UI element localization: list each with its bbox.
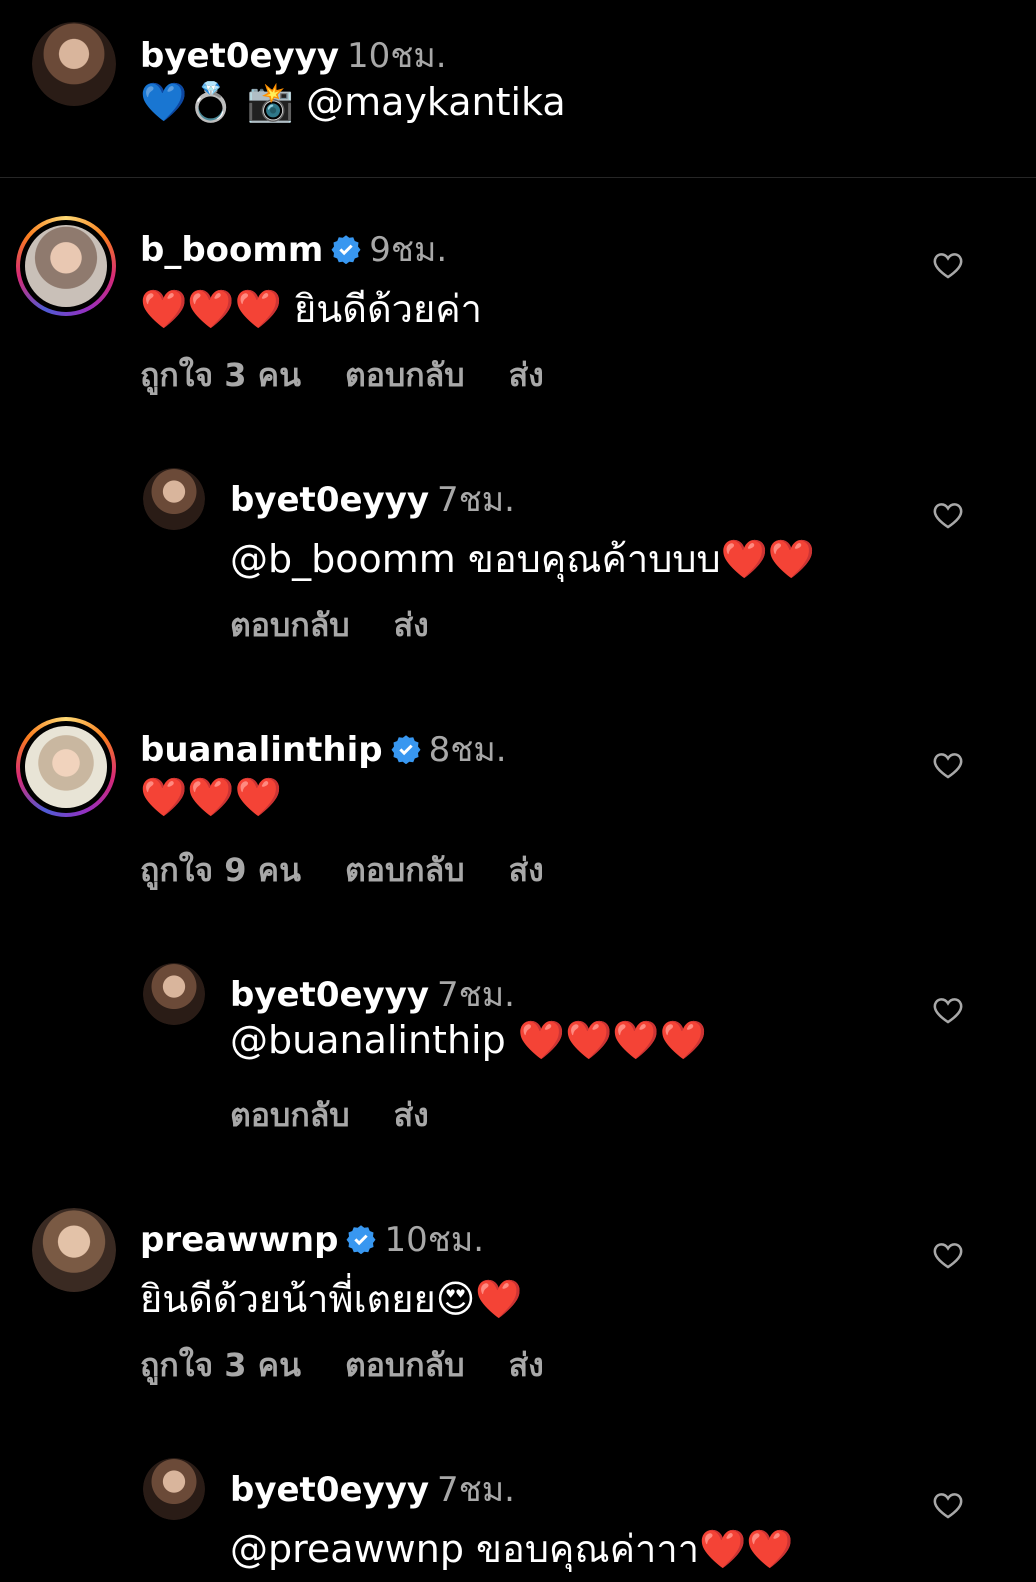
likes-count-link[interactable]: ถูกใจ 9 คน [140,851,301,889]
reply-button[interactable]: ตอบกลับ [345,1346,465,1384]
reply-button[interactable]: ตอบกลับ [345,356,465,394]
reply-button[interactable]: ตอบกลับ [345,851,465,889]
comment-time: 9ชม. [369,230,448,270]
avatar[interactable] [16,717,116,817]
comment-text: @buanalinthip ❤️❤️❤️❤️ [230,1018,708,1062]
comment-username[interactable]: buanalinthip [140,730,383,770]
caption-username[interactable]: byet0eyyy [140,36,339,76]
reply-button[interactable]: ตอบกลับ [230,1096,350,1134]
verified-badge-icon [331,235,361,264]
comment-text: ยินดีด้วยน้าพี่เตยย😍❤️ [140,1277,523,1321]
comment-time: 7ชม. [437,1470,515,1510]
heart-outline-icon[interactable] [930,1488,966,1522]
heart-outline-icon[interactable] [930,498,966,532]
comment-time: 10ชม. [384,1220,485,1260]
comment-username[interactable]: preawwnp [140,1220,338,1260]
avatar[interactable] [16,216,116,316]
comments-screen: byet0eyyy 10ชม. 💙💍 📸 @maykantika b_boomm 9… [0,0,1036,1582]
comment-text: @b_boomm ขอบคุณค้าบบบ❤️❤️ [230,537,816,581]
verified-badge-icon [346,1225,376,1254]
send-button[interactable]: ส่ง [509,851,544,889]
comment-username[interactable]: byet0eyyy [230,480,429,520]
send-button[interactable]: ส่ง [509,356,544,394]
caption-time: 10ชม. [347,36,447,76]
comment-username[interactable]: b_boomm [140,230,323,270]
send-button[interactable]: ส่ง [394,606,429,644]
comment-username[interactable]: byet0eyyy [230,1470,429,1510]
comment-username[interactable]: byet0eyyy [230,975,429,1015]
heart-outline-icon[interactable] [930,993,966,1027]
comment-time: 7ชม. [437,480,515,520]
send-button[interactable]: ส่ง [394,1096,429,1134]
heart-outline-icon[interactable] [930,1238,966,1272]
likes-count-link[interactable]: ถูกใจ 3 คน [140,356,301,394]
comment-time: 8ชม. [428,730,507,770]
avatar[interactable] [32,22,116,106]
comment-text: ❤️❤️❤️ ยินดีด้วยค่า [140,287,482,331]
heart-outline-icon[interactable] [930,248,966,282]
comment-text: @preawwnp ขอบคุณค่าาา❤️❤️ [230,1527,794,1571]
avatar[interactable] [143,1458,205,1520]
send-button[interactable]: ส่ง [509,1346,544,1384]
avatar[interactable] [143,963,205,1025]
likes-count-link[interactable]: ถูกใจ 3 คน [140,1346,301,1384]
verified-badge-icon [391,735,421,764]
comment-time: 7ชม. [437,975,515,1015]
avatar[interactable] [32,1208,116,1292]
comment-text: ❤️❤️❤️ [140,775,282,819]
avatar[interactable] [143,468,205,530]
reply-button[interactable]: ตอบกลับ [230,606,350,644]
post-caption: byet0eyyy 10ชม. 💙💍 📸 @maykantika [0,0,1036,178]
heart-outline-icon[interactable] [930,748,966,782]
caption-text: 💙💍 📸 @maykantika [140,80,566,124]
